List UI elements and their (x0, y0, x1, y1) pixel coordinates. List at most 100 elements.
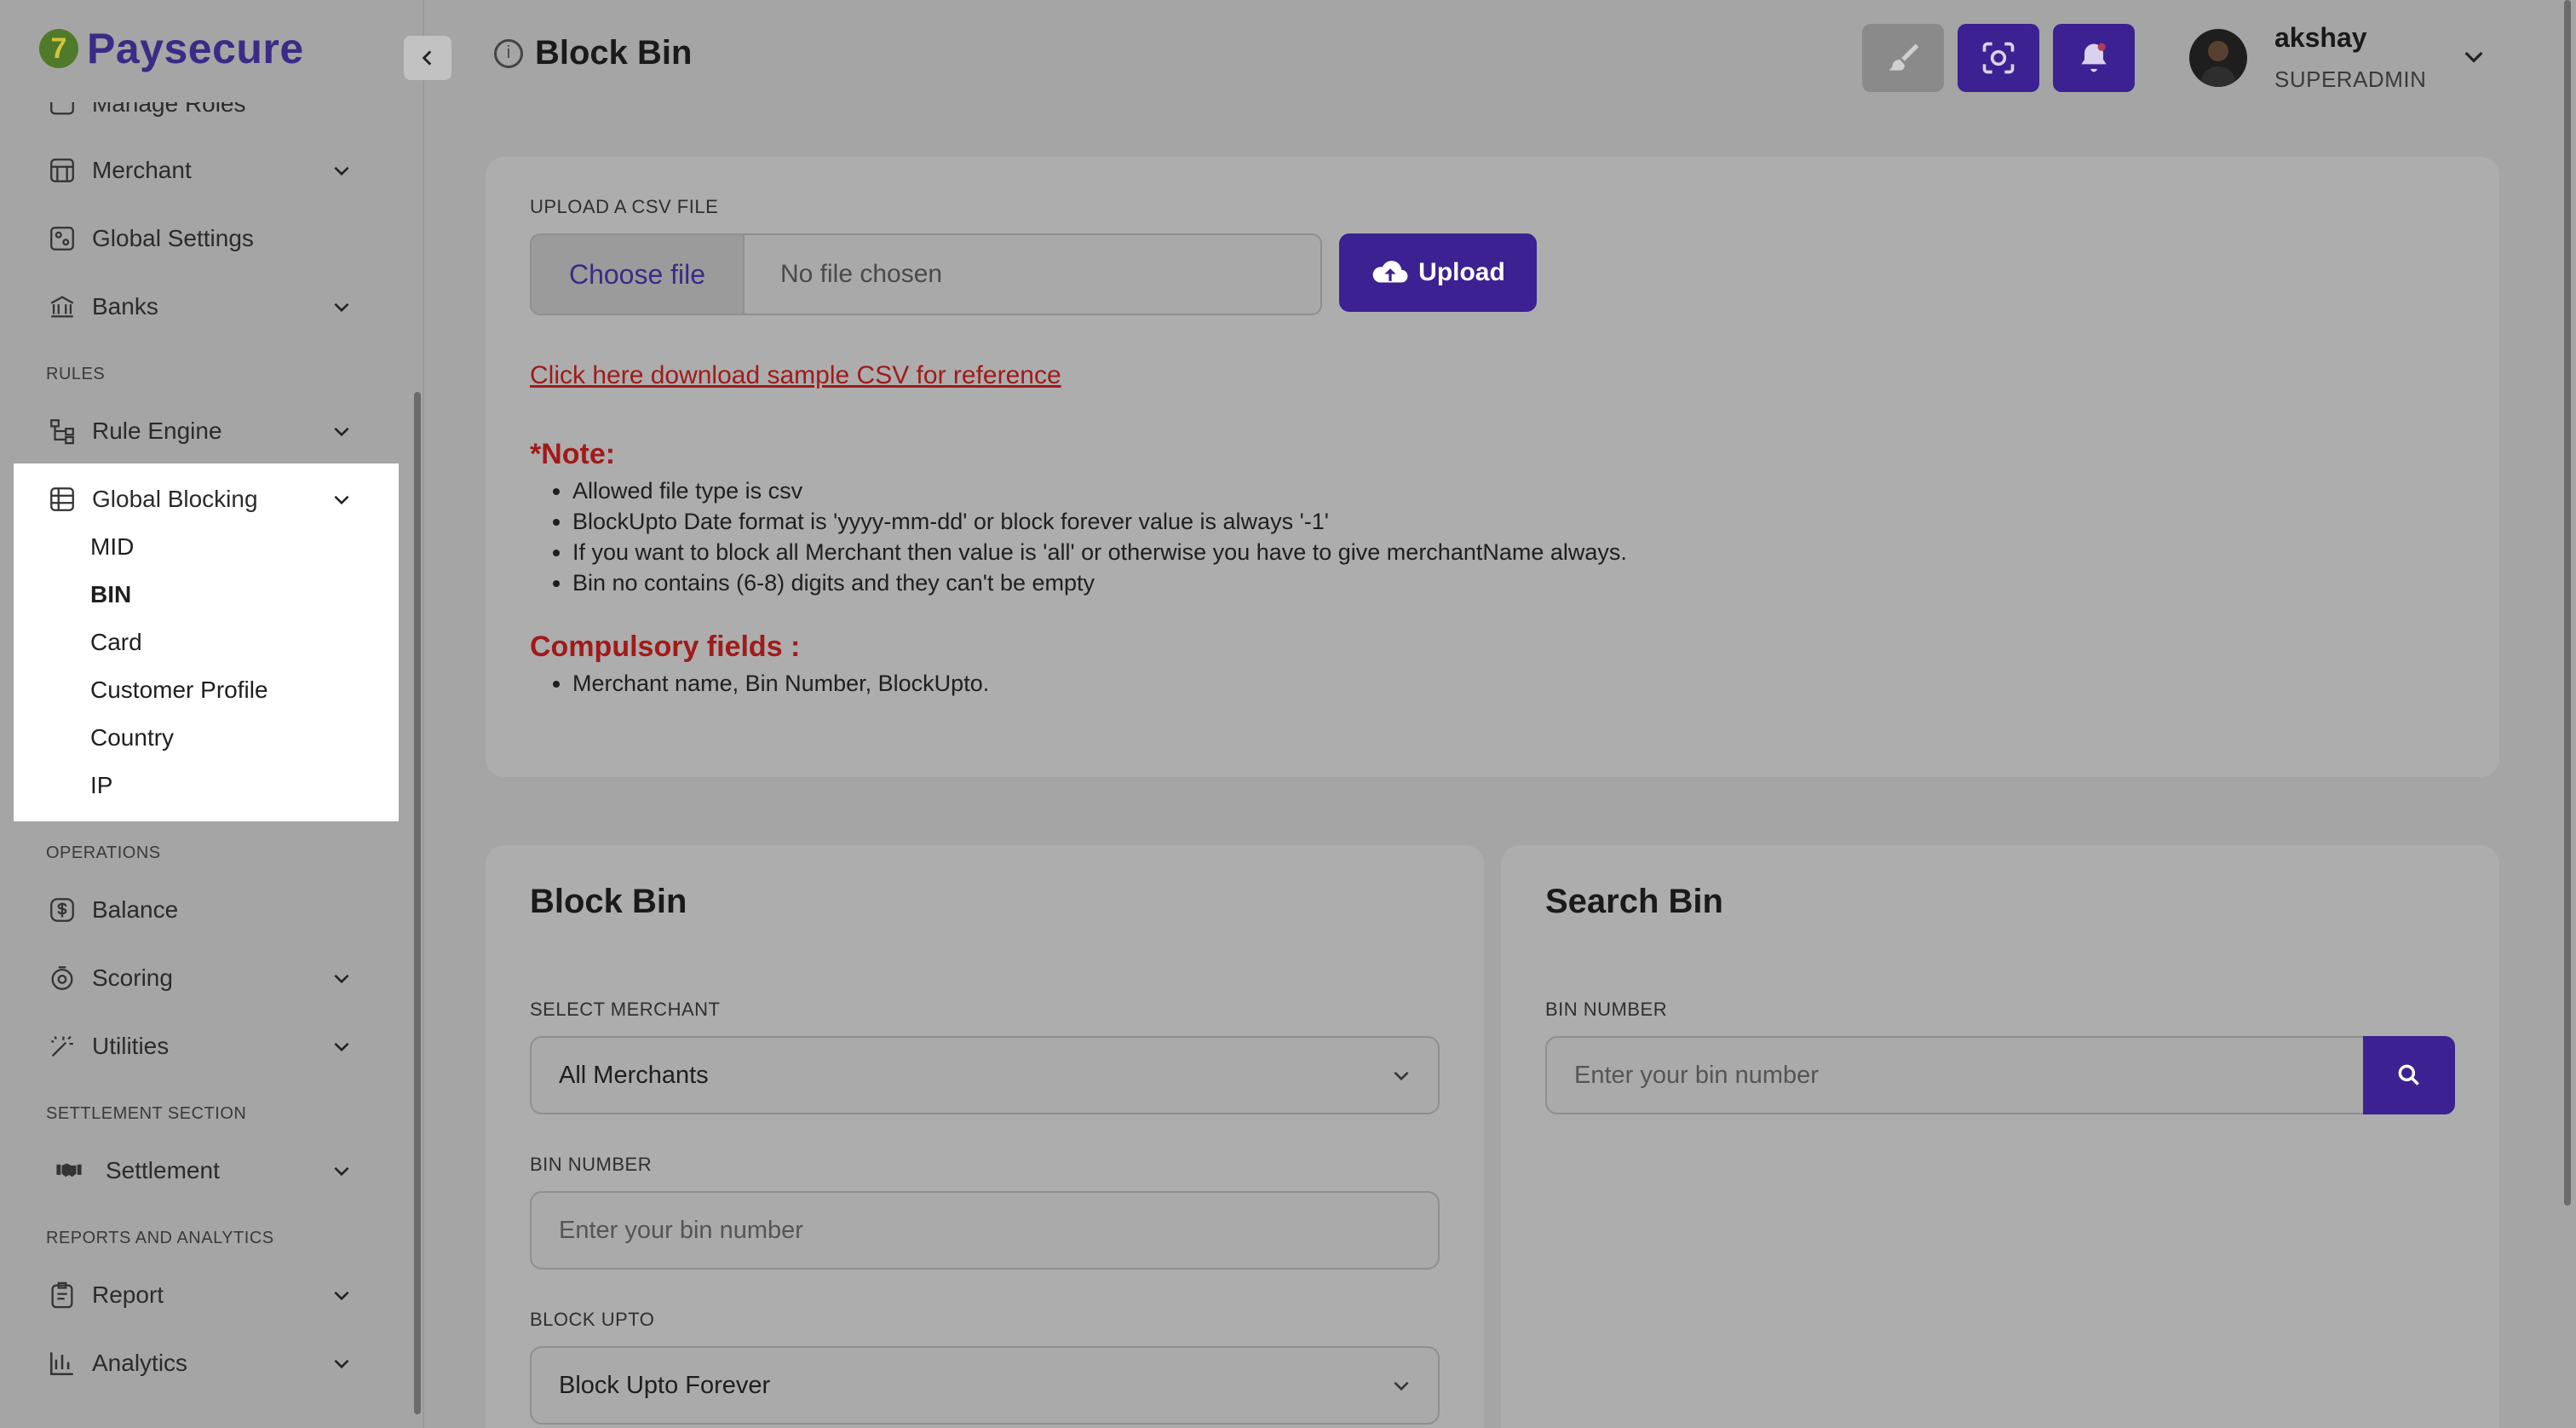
logo[interactable]: 7 Paysecure (39, 24, 304, 73)
roles-icon (46, 102, 78, 120)
user-menu-chevron-icon[interactable] (2460, 43, 2487, 70)
sidebar-item-manage-roles[interactable]: Manage Roles (46, 102, 353, 130)
bank-icon (46, 291, 78, 323)
search-button[interactable] (2363, 1036, 2455, 1114)
chevron-down-icon (334, 1359, 349, 1369)
block-upto-label: BLOCK UPTO (530, 1309, 655, 1330)
upload-button-label: Upload (1418, 258, 1505, 286)
handshake-icon (46, 1154, 92, 1187)
sidebar-item-analytics[interactable]: Analytics (46, 1338, 353, 1389)
sidebar-item-label: Report (92, 1281, 164, 1308)
info-icon[interactable]: i (494, 38, 523, 68)
clipboard-icon (46, 1279, 78, 1311)
note-item: If you want to block all Merchant then v… (572, 537, 1627, 567)
dollar-icon (46, 894, 78, 926)
note-item: Allowed file type is csv (572, 475, 1627, 506)
bin-number-label: BIN NUMBER (530, 1154, 653, 1175)
user-name: akshay (2274, 22, 2367, 53)
page-scrollbar[interactable] (2564, 0, 2571, 1206)
sidebar-item-balance[interactable]: Balance (46, 884, 353, 936)
sidebar-scrollbar[interactable] (414, 392, 421, 1414)
settings-icon (46, 222, 78, 255)
download-sample-link[interactable]: Click here download sample CSV for refer… (530, 361, 1061, 390)
section-label-settlement: SETTLEMENT SECTION (46, 1104, 247, 1123)
chevron-down-icon (334, 974, 349, 984)
file-input[interactable]: Choose file No file chosen (530, 233, 1322, 315)
merchant-select[interactable]: All Merchants (530, 1036, 1440, 1114)
submenu-item-country[interactable]: Country (90, 724, 174, 751)
upload-button[interactable]: Upload (1339, 233, 1537, 312)
sidebar-item-label: Analytics (92, 1350, 188, 1376)
chevron-down-icon (334, 495, 349, 505)
block-bin-title: Block Bin (530, 883, 687, 920)
section-label-rules: RULES (46, 365, 106, 383)
collapse-sidebar-button[interactable] (404, 36, 451, 80)
block-upto-select[interactable]: Block Upto Forever (530, 1346, 1440, 1425)
cloud-upload-icon (1372, 261, 1408, 283)
sidebar-item-rule-engine[interactable]: Rule Engine (46, 406, 353, 457)
sidebar-item-report[interactable]: Report (46, 1270, 353, 1321)
magic-wand-icon (46, 1030, 78, 1062)
avatar[interactable] (2189, 29, 2247, 87)
compulsory-title: Compulsory fields : (530, 631, 801, 663)
flow-icon (46, 415, 78, 447)
brand-name: Paysecure (87, 25, 304, 72)
chevron-down-icon (334, 302, 349, 313)
page-title: i Block Bin (494, 34, 692, 72)
chevron-down-icon (1394, 1381, 1409, 1391)
sidebar-item-banks[interactable]: Banks (46, 281, 353, 332)
brush-icon (1889, 43, 1919, 71)
chevron-left-icon (422, 50, 432, 66)
bell-icon (2081, 43, 2107, 72)
merchant-select-value: All Merchants (559, 1061, 709, 1089)
compulsory-list: Merchant name, Bin Number, BlockUpto. (572, 668, 989, 699)
sidebar-item-label: Global Blocking (92, 486, 258, 512)
sidebar-item-label: Balance (92, 896, 179, 923)
bin-number-input[interactable]: Enter your bin number (530, 1191, 1440, 1270)
compulsory-item: Merchant name, Bin Number, BlockUpto. (572, 668, 989, 699)
submenu-item-ip[interactable]: IP (90, 772, 112, 799)
section-label-operations: OPERATIONS (46, 844, 161, 862)
search-bin-card (1501, 845, 2499, 1428)
chevron-down-icon (334, 1042, 349, 1052)
screenshot-button[interactable] (1958, 24, 2039, 92)
sidebar-item-scoring[interactable]: Scoring (46, 953, 353, 1004)
note-title: *Note: (530, 438, 616, 470)
bar-chart-icon (46, 1347, 78, 1379)
submenu-item-card[interactable]: Card (90, 629, 142, 656)
sidebar-item-label: Scoring (92, 964, 173, 991)
note-list: Allowed file type is csv BlockUpto Date … (572, 475, 1627, 598)
submenu-item-customer-profile[interactable]: Customer Profile (90, 677, 268, 704)
sidebar-item-utilities[interactable]: Utilities (46, 1021, 353, 1072)
search-icon (2398, 1064, 2419, 1085)
sidebar-item-merchant[interactable]: Merchant (46, 145, 353, 196)
chevron-down-icon (334, 166, 349, 176)
scoring-icon (46, 962, 78, 994)
file-status: No file chosen (780, 260, 943, 288)
note-item: Bin no contains (6-8) digits and they ca… (572, 567, 1627, 598)
sidebar-item-label: Settlement (106, 1157, 220, 1183)
submenu-item-mid[interactable]: MID (90, 533, 134, 561)
block-bin-card (486, 845, 1484, 1428)
upload-label: UPLOAD A CSV FILE (530, 196, 719, 217)
sidebar-item-settlement[interactable]: Settlement (46, 1145, 353, 1196)
search-bin-input[interactable]: Enter your bin number (1545, 1036, 2365, 1114)
sidebar-item-label: Utilities (92, 1033, 170, 1059)
sidebar-item-label: Banks (92, 293, 158, 320)
search-bin-title: Search Bin (1545, 883, 1723, 920)
sidebar-item-global-blocking[interactable]: Global Blocking (46, 474, 353, 525)
chevron-down-icon (334, 1291, 349, 1301)
search-bin-label: BIN NUMBER (1545, 999, 1668, 1020)
section-label-reports: REPORTS AND ANALYTICS (46, 1229, 274, 1247)
sidebar-item-label: Global Settings (92, 225, 254, 251)
notifications-button[interactable] (2053, 24, 2135, 92)
user-role: SUPERADMIN (2274, 66, 2427, 92)
sidebar-item-global-settings[interactable]: Global Settings (46, 213, 353, 264)
submenu-item-bin[interactable]: BIN (90, 581, 131, 608)
logo-mark-icon: 7 (39, 29, 78, 68)
block-upto-value: Block Upto Forever (559, 1371, 771, 1399)
sidebar-item-label: Merchant (92, 157, 192, 183)
choose-file-button[interactable]: Choose file (532, 235, 745, 314)
theme-brush-button[interactable] (1862, 24, 1944, 92)
store-icon (46, 154, 78, 187)
